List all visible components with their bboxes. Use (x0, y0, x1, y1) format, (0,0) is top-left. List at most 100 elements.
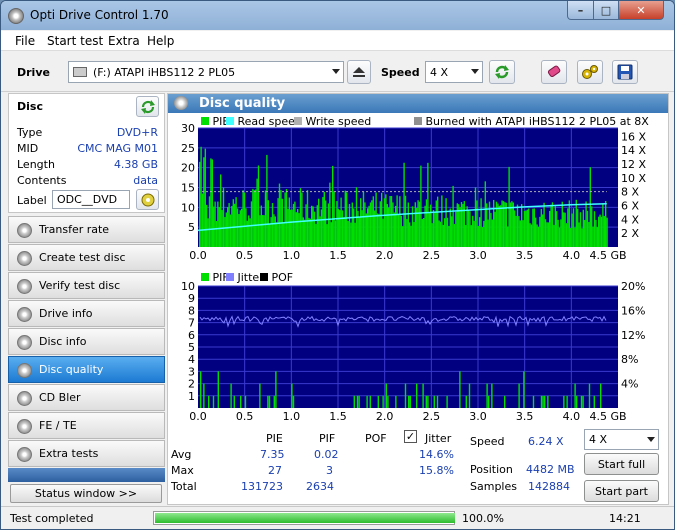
stats-avg-label: Avg (171, 448, 192, 461)
pie-bar (449, 208, 451, 247)
pie-bar (358, 217, 360, 247)
settings-button[interactable] (577, 60, 603, 84)
pie-bar (269, 223, 271, 247)
jitter-checkbox[interactable]: ✓ (404, 430, 417, 443)
pie-bar (274, 216, 276, 247)
pie-bar (211, 159, 213, 247)
minimize-button[interactable]: – (567, 1, 594, 20)
pie-bar (357, 210, 359, 247)
eject-button[interactable] (347, 60, 371, 84)
nav-fe-te[interactable]: FE / TE (8, 412, 165, 439)
disc-mid-label: MID (17, 142, 39, 155)
disc-label-input[interactable]: ODC__DVD (52, 190, 130, 209)
pie-bar (367, 208, 369, 247)
drive-select[interactable]: (F:) ATAPI iHBS112 2 PL05 (68, 61, 344, 83)
pie-bar (592, 226, 594, 247)
pie-bar (484, 181, 486, 247)
nav-extra-tests[interactable]: Extra tests (8, 440, 165, 467)
stats-avg-jitter: 14.6% (419, 448, 454, 461)
pif-bar (582, 395, 584, 408)
y2-tick-label: 12 X (621, 158, 646, 171)
x-tick-label: 4.0 (563, 410, 581, 423)
y-tick-label: 6 (188, 329, 195, 342)
menu-start-test[interactable]: Start test (47, 34, 103, 48)
pie-bar (291, 209, 293, 247)
pie-bar (348, 204, 351, 247)
nav-create-test-disc[interactable]: Create test disc (8, 244, 165, 271)
x-tick-label: 0.5 (236, 249, 254, 262)
x-tick-label: 3.0 (469, 249, 487, 262)
test-speed-select[interactable]: 4 X (584, 429, 659, 450)
pie-bar (551, 202, 554, 247)
pie-bar (259, 215, 261, 247)
menu-extra[interactable]: Extra (108, 34, 140, 48)
pie-bar (494, 211, 496, 247)
nav-label: Disc quality (39, 363, 104, 376)
disc-mid-value: CMC MAG M01 (77, 142, 158, 155)
pif-bar (358, 395, 360, 408)
pie-bar (572, 208, 575, 247)
main-pane: Disc quality PIE Read speed Write speed … (167, 93, 669, 505)
nav-transfer-rate[interactable]: Transfer rate (8, 216, 165, 243)
pie-bar (589, 167, 591, 247)
nav-drive-info[interactable]: Drive info (8, 300, 165, 327)
pie-bar (509, 202, 512, 247)
pie-bar (432, 209, 435, 247)
pie-bar (280, 190, 282, 247)
pie-bar (500, 205, 502, 247)
disc-contents-value: data (133, 174, 158, 187)
x-tick-label: 2.0 (376, 410, 394, 423)
drive-icon (73, 67, 87, 77)
pie-bar (325, 200, 327, 247)
pie-bar (521, 204, 523, 247)
pif-bar (566, 395, 568, 408)
erase-button[interactable] (541, 60, 567, 84)
disc-label-button[interactable] (136, 189, 159, 210)
pie-bar (539, 216, 541, 247)
disc-icon (17, 251, 32, 266)
pie-bar (481, 227, 484, 247)
pie-bar (264, 190, 267, 247)
stats-header-pof: POF (365, 432, 387, 445)
start-part-button[interactable]: Start part (584, 480, 659, 502)
maximize-button[interactable]: □ (593, 1, 619, 20)
status-window-button[interactable]: Status window >> (10, 484, 162, 503)
chevron-down-icon (471, 69, 479, 74)
pif-bar (268, 395, 271, 408)
nav-cd-bler[interactable]: CD Bler (8, 384, 165, 411)
start-full-button[interactable]: Start full (584, 453, 659, 475)
speed-stat-label: Speed (470, 435, 505, 448)
pie-bar (260, 205, 262, 247)
pie-bar (266, 154, 268, 247)
save-button[interactable] (612, 60, 638, 84)
nav-footer (8, 468, 165, 482)
pie-bar (446, 217, 449, 247)
pie-chart: 0.0 0.5 1.0 1.5 2.0 2.5 3.0 3.5 4.0 4.5 GB 30 25 20 1… (181, 124, 646, 262)
pie-bar (327, 203, 330, 247)
pie-bar (519, 220, 521, 247)
y-tick-label: 5 (188, 341, 195, 354)
pif-bar (369, 395, 371, 408)
pif-bar (275, 371, 277, 408)
nav-disc-quality[interactable]: Disc quality (8, 356, 165, 383)
disc-refresh-button[interactable] (136, 96, 159, 117)
pie-bar (595, 219, 597, 247)
drive-toolbar: Drive (F:) ATAPI iHBS112 2 PL05 Speed 4 … (1, 52, 674, 92)
pie-bar (516, 204, 519, 247)
pie-bar (465, 225, 467, 247)
pie-bar (526, 209, 528, 247)
nav-label: Extra tests (39, 447, 99, 460)
menu-help[interactable]: Help (147, 34, 174, 48)
pie-bar (606, 217, 608, 247)
refresh-speed-button[interactable] (489, 60, 515, 84)
speed-select[interactable]: 4 X (425, 61, 483, 83)
pie-bar (278, 183, 281, 247)
nav-verify-test-disc[interactable]: Verify test disc (8, 272, 165, 299)
nav-disc-info[interactable]: Disc info (8, 328, 165, 355)
close-button[interactable]: ✕ (618, 1, 664, 20)
stats-total-pif: 2634 (306, 480, 334, 493)
menu-file[interactable]: File (15, 34, 35, 48)
x-tick-label: 4.0 (563, 249, 581, 262)
progress-fill (155, 513, 455, 523)
pie-bar (225, 212, 227, 247)
